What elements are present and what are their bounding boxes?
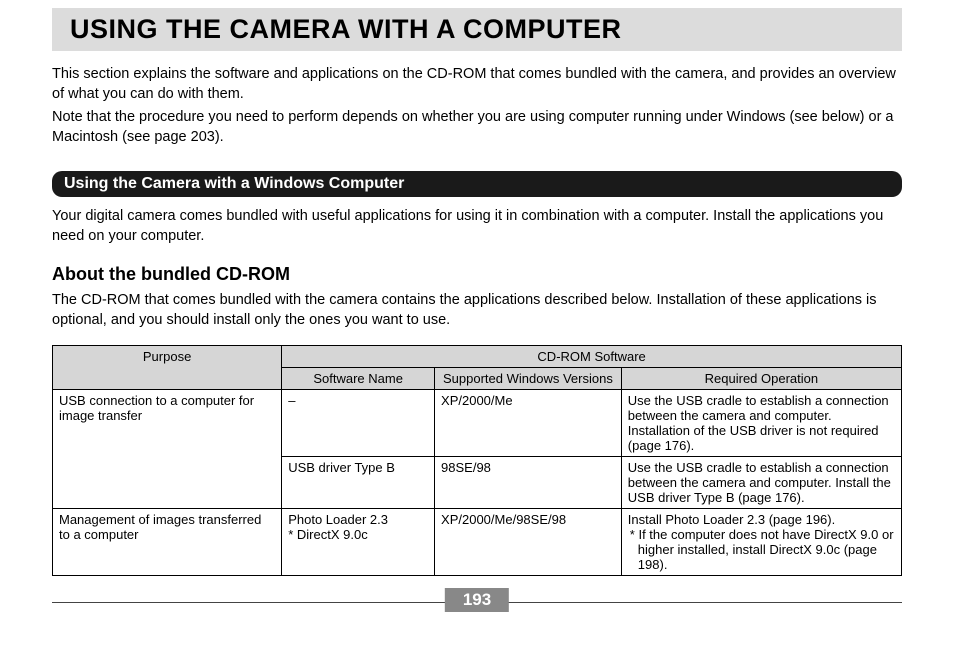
cell-software: – [282,389,435,456]
cell-versions: XP/2000/Me/98SE/98 [435,508,622,575]
th-operation: Required Operation [621,367,901,389]
cell-operation-line1: Install Photo Loader 2.3 (page 196). [628,512,835,527]
subheading-cdrom: About the bundled CD-ROM [52,264,902,285]
th-software-name: Software Name [282,367,435,389]
cell-purpose: USB connection to a computer for image t… [53,389,282,508]
cell-operation: Use the USB cradle to establish a connec… [621,456,901,508]
page-number: 193 [445,588,509,612]
cell-operation: Use the USB cradle to establish a connec… [621,389,901,456]
th-purpose: Purpose [53,345,282,389]
table-row: Management of images transferred to a co… [53,508,902,575]
intro-paragraph-2: Note that the procedure you need to perf… [52,108,902,147]
cell-versions: 98SE/98 [435,456,622,508]
section-heading-windows: Using the Camera with a Windows Computer [52,171,902,197]
table-row: USB connection to a computer for image t… [53,389,902,456]
page-title: USING THE CAMERA WITH A COMPUTER [70,14,888,45]
cell-purpose: Management of images transferred to a co… [53,508,282,575]
cell-operation: Install Photo Loader 2.3 (page 196). * I… [621,508,901,575]
cell-software-line1: Photo Loader 2.3 [288,512,388,527]
cell-software: USB driver Type B [282,456,435,508]
section-body-cdrom: The CD-ROM that comes bundled with the c… [52,291,902,330]
th-versions: Supported Windows Versions [435,367,622,389]
cell-versions: XP/2000/Me [435,389,622,456]
software-table: Purpose CD-ROM Software Software Name Su… [52,345,902,576]
cell-software: Photo Loader 2.3 * DirectX 9.0c [282,508,435,575]
intro-paragraph-1: This section explains the software and a… [52,65,902,104]
th-group: CD-ROM Software [282,345,902,367]
section-body-windows: Your digital camera comes bundled with u… [52,207,902,246]
cell-operation-line2: * If the computer does not have DirectX … [628,527,895,572]
page-footer: 193 [0,588,954,618]
cell-software-line2: * DirectX 9.0c [288,527,367,542]
page-title-bar: USING THE CAMERA WITH A COMPUTER [52,8,902,51]
table-header-row: Purpose CD-ROM Software [53,345,902,367]
